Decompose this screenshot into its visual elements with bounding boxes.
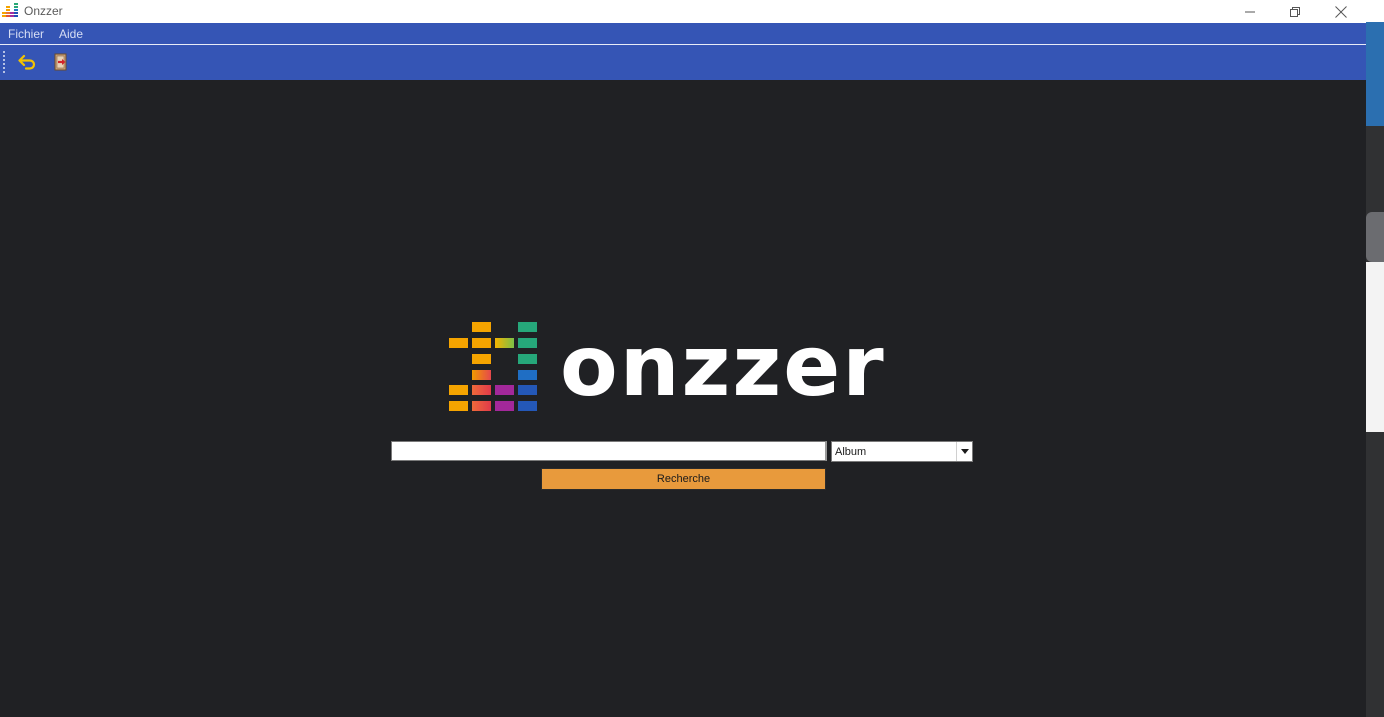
close-icon xyxy=(1335,5,1347,18)
toolbar-grip[interactable] xyxy=(3,50,5,75)
chevron-down-icon xyxy=(960,449,969,454)
close-button[interactable] xyxy=(1318,0,1364,23)
desktop-edge-white xyxy=(1366,0,1384,22)
desktop-edge xyxy=(1366,0,1384,717)
minimize-icon xyxy=(1245,11,1255,12)
search-button[interactable]: Recherche xyxy=(541,468,826,490)
menu-bar: Fichier Aide xyxy=(0,23,1366,44)
menu-fichier[interactable]: Fichier xyxy=(8,27,44,41)
search-type-value: Album xyxy=(835,446,867,458)
title-bar: Onzzer xyxy=(0,0,1366,23)
window-title: Onzzer xyxy=(24,4,63,18)
dropdown-arrow[interactable] xyxy=(956,442,972,461)
menu-aide[interactable]: Aide xyxy=(59,27,83,41)
exit-door-icon xyxy=(54,53,67,71)
back-button[interactable] xyxy=(16,51,38,73)
restore-icon xyxy=(1290,6,1300,17)
search-type-select[interactable]: Album xyxy=(831,441,973,462)
toolbar xyxy=(0,45,1366,80)
restore-button[interactable] xyxy=(1272,0,1318,23)
search-input[interactable] xyxy=(391,441,827,461)
equalizer-app-icon xyxy=(2,3,18,17)
side-panel xyxy=(1366,262,1384,432)
side-panel-handle[interactable] xyxy=(1366,212,1384,262)
exit-button[interactable] xyxy=(50,51,72,73)
minimize-button[interactable] xyxy=(1227,0,1273,23)
logo-text: onzzer xyxy=(560,317,886,415)
back-arrow-icon xyxy=(18,54,36,70)
app-window: Onzzer Fichier Aide onzzer Album Recherc… xyxy=(0,0,1366,717)
